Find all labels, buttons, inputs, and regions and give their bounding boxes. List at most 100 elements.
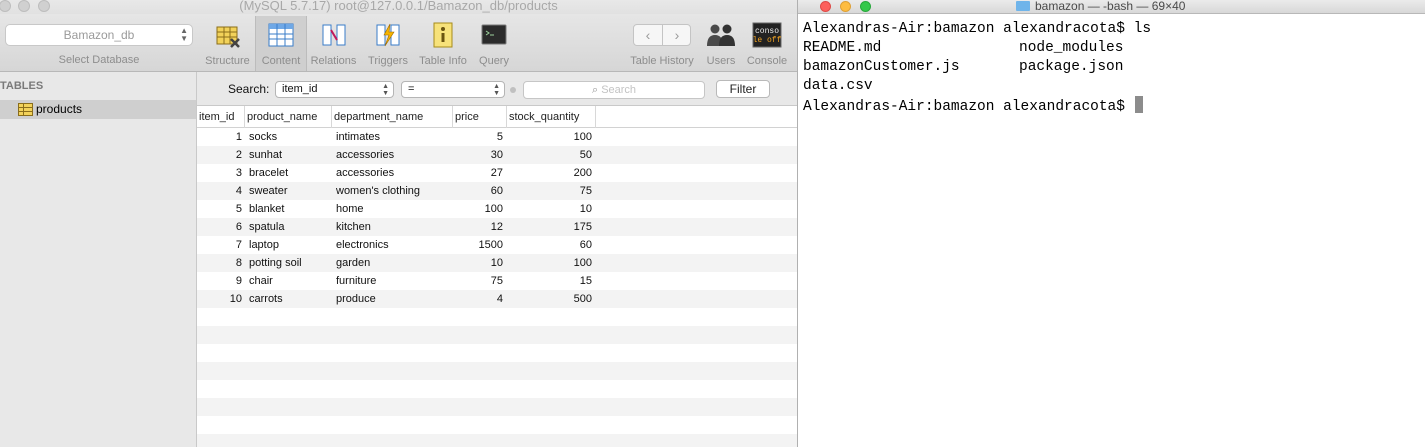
filter-button[interactable]: Filter bbox=[716, 80, 770, 98]
cell-item-id[interactable]: 1 bbox=[197, 128, 242, 146]
triggers-button[interactable]: Triggers bbox=[362, 16, 414, 71]
cell-price[interactable]: 12 bbox=[453, 218, 503, 236]
cell-product-name[interactable]: sunhat bbox=[249, 146, 332, 164]
cell-product-name[interactable]: bracelet bbox=[249, 164, 332, 182]
database-select[interactable]: Bamazon_db ▲ ▼ bbox=[5, 24, 193, 46]
filter-column-value: item_id bbox=[282, 83, 318, 95]
terminal-output[interactable]: Alexandras-Air:bamazon alexandracota$ ls… bbox=[803, 20, 1151, 115]
table-row[interactable]: 7 laptop electronics 1500 60 bbox=[197, 236, 797, 254]
cell-department-name[interactable]: electronics bbox=[336, 236, 453, 254]
tables-header: TABLES bbox=[0, 80, 44, 92]
search-placeholder: Search bbox=[601, 84, 637, 96]
cell-price[interactable]: 27 bbox=[453, 164, 503, 182]
cell-product-name[interactable]: carrots bbox=[249, 290, 332, 308]
cell-department-name[interactable]: home bbox=[336, 200, 453, 218]
cell-item-id[interactable]: 5 bbox=[197, 200, 242, 218]
cell-item-id[interactable]: 8 bbox=[197, 254, 242, 272]
cell-product-name[interactable]: sweater bbox=[249, 182, 332, 200]
cell-department-name[interactable]: women's clothing bbox=[336, 182, 453, 200]
cell-department-name[interactable]: intimates bbox=[336, 128, 453, 146]
cell-department-name[interactable]: accessories bbox=[336, 146, 453, 164]
search-input[interactable]: ⌕ Search bbox=[523, 81, 705, 99]
cell-stock-quantity[interactable]: 15 bbox=[507, 272, 592, 290]
cell-price[interactable]: 30 bbox=[453, 146, 503, 164]
cell-product-name[interactable]: blanket bbox=[249, 200, 332, 218]
cell-price[interactable]: 10 bbox=[453, 254, 503, 272]
console-button[interactable]: conso le off Console bbox=[743, 16, 791, 71]
cell-department-name[interactable]: accessories bbox=[336, 164, 453, 182]
users-button[interactable]: Users bbox=[702, 16, 740, 71]
column-header-price[interactable]: price bbox=[453, 106, 507, 128]
close-button[interactable] bbox=[820, 1, 831, 12]
cell-department-name[interactable]: produce bbox=[336, 290, 453, 308]
cell-product-name[interactable]: socks bbox=[249, 128, 332, 146]
cell-item-id[interactable]: 10 bbox=[197, 290, 242, 308]
filter-column-select[interactable]: item_id ▲ ▼ bbox=[275, 81, 394, 98]
cell-product-name[interactable]: spatula bbox=[249, 218, 332, 236]
cell-department-name[interactable]: furniture bbox=[336, 272, 453, 290]
column-header-product-name[interactable]: product_name bbox=[245, 106, 332, 128]
cell-price[interactable]: 100 bbox=[453, 200, 503, 218]
cell-stock-quantity[interactable]: 50 bbox=[507, 146, 592, 164]
relations-button[interactable]: Relations bbox=[307, 16, 360, 71]
search-label: Search: bbox=[228, 82, 270, 96]
column-header-department-name[interactable]: department_name bbox=[332, 106, 453, 128]
table-row[interactable]: 3 bracelet accessories 27 200 bbox=[197, 164, 797, 182]
sidebar-item-label: products bbox=[36, 102, 83, 116]
empty-row bbox=[197, 326, 797, 344]
cell-stock-quantity[interactable]: 500 bbox=[507, 290, 592, 308]
cell-department-name[interactable]: garden bbox=[336, 254, 453, 272]
sequel-titlebar: (MySQL 5.7.17) root@127.0.0.1/Bamazon_db… bbox=[0, 0, 797, 14]
table-info-button[interactable]: Table Info bbox=[416, 16, 470, 71]
table-row[interactable]: 9 chair furniture 75 15 bbox=[197, 272, 797, 290]
content-grid: item_id product_name department_name pri… bbox=[197, 106, 797, 447]
terminal-prompt: Alexandras-Air:bamazon alexandracota$ bbox=[803, 21, 1125, 37]
minimize-button[interactable] bbox=[840, 1, 851, 12]
table-row[interactable]: 8 potting soil garden 10 100 bbox=[197, 254, 797, 272]
table-row[interactable]: 10 carrots produce 4 500 bbox=[197, 290, 797, 308]
cell-stock-quantity[interactable]: 100 bbox=[507, 254, 592, 272]
table-row[interactable]: 4 sweater women's clothing 60 75 bbox=[197, 182, 797, 200]
table-row[interactable]: 2 sunhat accessories 30 50 bbox=[197, 146, 797, 164]
table-row[interactable]: 6 spatula kitchen 12 175 bbox=[197, 218, 797, 236]
cell-item-id[interactable]: 7 bbox=[197, 236, 242, 254]
content-table-icon bbox=[268, 23, 294, 47]
cell-product-name[interactable]: potting soil bbox=[249, 254, 332, 272]
cell-price[interactable]: 4 bbox=[453, 290, 503, 308]
cell-product-name[interactable]: chair bbox=[249, 272, 332, 290]
cell-department-name[interactable]: kitchen bbox=[336, 218, 453, 236]
filter-operator-select[interactable]: = ▲ ▼ bbox=[401, 81, 505, 98]
table-row[interactable]: 1 socks intimates 5 100 bbox=[197, 128, 797, 146]
query-button[interactable]: Query bbox=[472, 16, 516, 71]
cell-product-name[interactable]: laptop bbox=[249, 236, 332, 254]
table-history-button[interactable]: Table History bbox=[626, 16, 698, 71]
cell-stock-quantity[interactable]: 75 bbox=[507, 182, 592, 200]
cell-price[interactable]: 75 bbox=[453, 272, 503, 290]
cell-stock-quantity[interactable]: 60 bbox=[507, 236, 592, 254]
cell-stock-quantity[interactable]: 10 bbox=[507, 200, 592, 218]
relations-icon bbox=[322, 24, 345, 46]
table-history-label: Table History bbox=[630, 55, 694, 67]
cell-item-id[interactable]: 9 bbox=[197, 272, 242, 290]
column-header-stock-quantity[interactable]: stock_quantity bbox=[507, 106, 596, 128]
empty-row bbox=[197, 416, 797, 434]
cell-stock-quantity[interactable]: 175 bbox=[507, 218, 592, 236]
cell-stock-quantity[interactable]: 100 bbox=[507, 128, 592, 146]
cell-item-id[interactable]: 4 bbox=[197, 182, 242, 200]
updown-arrows-icon: ▲ ▼ bbox=[493, 83, 500, 97]
cell-price[interactable]: 1500 bbox=[453, 236, 503, 254]
listing-entry: node_modules bbox=[1019, 40, 1124, 56]
cell-item-id[interactable]: 3 bbox=[197, 164, 242, 182]
column-header-item-id[interactable]: item_id bbox=[197, 106, 245, 128]
cell-price[interactable]: 60 bbox=[453, 182, 503, 200]
filter-operator-value: = bbox=[408, 83, 415, 95]
cell-stock-quantity[interactable]: 200 bbox=[507, 164, 592, 182]
cell-item-id[interactable]: 2 bbox=[197, 146, 242, 164]
sidebar-item-products[interactable]: products bbox=[0, 100, 196, 119]
table-row[interactable]: 5 blanket home 100 10 bbox=[197, 200, 797, 218]
content-button[interactable]: Content bbox=[255, 16, 307, 71]
cell-price[interactable]: 5 bbox=[453, 128, 503, 146]
structure-button[interactable]: Structure bbox=[201, 16, 254, 71]
cell-item-id[interactable]: 6 bbox=[197, 218, 242, 236]
zoom-button[interactable] bbox=[860, 1, 871, 12]
